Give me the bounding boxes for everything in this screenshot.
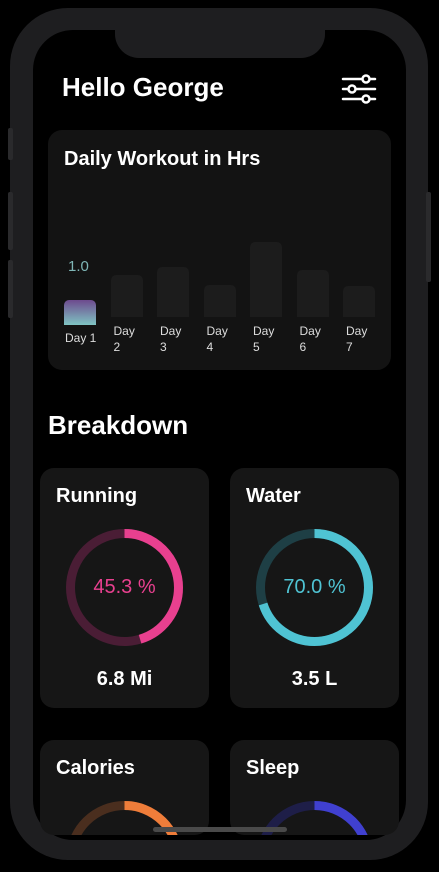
percent-label: 45.3 % [93, 576, 156, 598]
workout-title: Daily Workout in Hrs [64, 148, 261, 170]
workout-bar-2[interactable] [110, 274, 143, 317]
workout-bar-7[interactable] [343, 285, 375, 317]
sliders-icon[interactable] [341, 74, 377, 104]
home-indicator[interactable] [153, 827, 287, 832]
screen: Hello George Daily Workout in Hrs 1.0 Da… [33, 30, 406, 840]
workout-bar-1[interactable] [64, 300, 96, 325]
breakdown-title: Breakdown [48, 410, 189, 440]
bar-label: Day 1 [65, 331, 97, 345]
bar-label: Day 2 [113, 324, 135, 354]
card-title: Calories [56, 757, 135, 779]
power-button [426, 192, 431, 282]
mute-switch [8, 128, 13, 160]
percent-label: 70.0 % [283, 576, 346, 598]
metric-value: 3.5 L [291, 668, 338, 690]
bar-label: Day 7 [346, 324, 368, 354]
notch [115, 8, 325, 58]
breakdown-card-running[interactable]: Running 45.3 % 6.8 Mi [40, 468, 209, 708]
volume-up-button [8, 192, 13, 250]
bar-label: Day 5 [253, 324, 275, 354]
breakdown-card-water[interactable]: Water 70.0 % 3.5 L [230, 468, 399, 708]
card-title: Running [56, 485, 138, 507]
card-title: Water [246, 485, 301, 507]
bar-label: Day 4 [206, 324, 228, 354]
breakdown-card-sleep[interactable]: Sleep [230, 740, 399, 835]
workout-bar-5[interactable] [250, 242, 282, 317]
daily-workout-card: Daily Workout in Hrs 1.0 Day 1 Day 2 Day 3… [48, 130, 391, 370]
breakdown-card-calories[interactable]: Calories [40, 740, 209, 835]
workout-bar-6[interactable] [296, 269, 329, 317]
selected-value-label: 1.0 [68, 258, 89, 275]
workout-bar-4[interactable] [203, 284, 236, 317]
workout-bar-3[interactable] [157, 267, 189, 317]
bar-label: Day 3 [160, 324, 182, 354]
greeting-title: Hello George [62, 72, 224, 102]
volume-down-button [8, 260, 13, 318]
bar-label: Day 6 [299, 324, 321, 354]
metric-value: 6.8 Mi [96, 668, 153, 690]
card-title: Sleep [246, 757, 300, 779]
